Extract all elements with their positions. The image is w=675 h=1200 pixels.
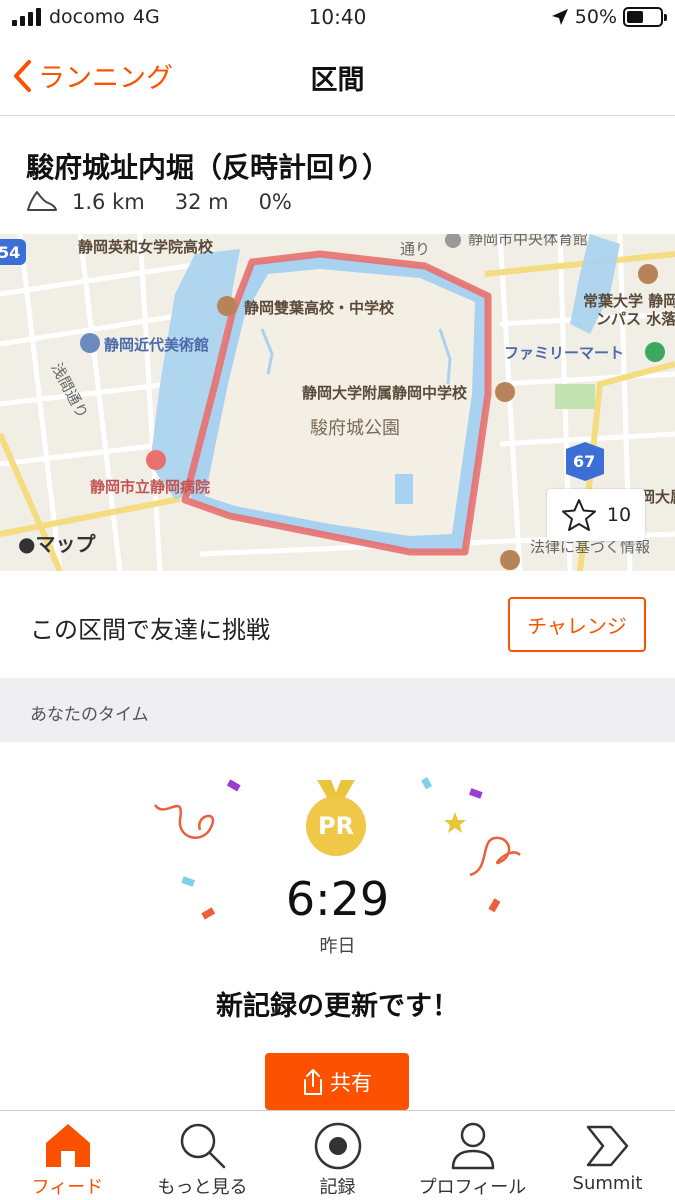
map-label-museum: 静岡近代美術館 [104, 336, 210, 354]
share-icon [304, 1068, 322, 1095]
summit-icon [586, 1125, 628, 1167]
nav-bar: ランニング 区間 [0, 36, 675, 116]
challenge-text: この区間で友達に挑戦 [30, 616, 270, 644]
share-button[interactable]: 共有 [265, 1053, 409, 1110]
map-label-famima: ファミリーマート [504, 344, 625, 362]
route-54-label: 54 [0, 243, 21, 262]
segment-stats: 1.6 km 32 m 0% [26, 190, 308, 214]
tab-record[interactable]: 記録 [270, 1111, 405, 1200]
route-67-label: 67 [573, 452, 596, 471]
result-message: 新記録の更新です！ [216, 991, 459, 1022]
star-segment-button[interactable]: 10 [547, 489, 645, 541]
battery-percent: 50% [574, 6, 617, 28]
tab-explore-label: もっと見る [157, 1177, 248, 1198]
status-bar: docomo 4G 10:40 50% [0, 0, 675, 36]
record-icon [314, 1122, 361, 1170]
tab-bar: フィード もっと見る 記録 プロフィール Summit [0, 1110, 675, 1200]
home-icon [45, 1124, 90, 1167]
segment-grade: 0% [258, 190, 292, 214]
battery-icon [623, 7, 667, 27]
tab-explore[interactable]: もっと見る [135, 1111, 270, 1200]
map-label-school3: 静岡大学附属静岡中学校 [302, 384, 468, 402]
location-arrow-icon [551, 9, 568, 25]
status-right: 50% [551, 6, 667, 28]
map-label-gym: 静岡市中央体育館 [468, 234, 589, 248]
share-label: 共有 [330, 1070, 372, 1095]
profile-icon [451, 1122, 494, 1170]
tab-profile-label: プロフィール [418, 1177, 527, 1198]
page-title: 区間 [310, 65, 365, 96]
segment-elevation: 32 m [174, 190, 229, 214]
challenge-button[interactable]: チャレンジ [508, 597, 646, 652]
search-icon [180, 1123, 225, 1169]
tab-record-label: 記録 [319, 1177, 356, 1198]
map-attribution: ●マップ [18, 532, 96, 556]
map-label-hospital: 静岡市立静岡病院 [90, 478, 211, 496]
pr-medal: PR [301, 778, 371, 860]
segment-distance: 1.6 km [72, 190, 145, 214]
result-time: 6:29 [285, 872, 390, 926]
result-date: 昨日 [319, 936, 356, 957]
map-label-park: 駿府城公園 [310, 418, 400, 439]
apple-logo-icon: ● [18, 532, 36, 556]
segment-title: 駿府城址内堀（反時計回り） [26, 151, 391, 184]
shoe-icon [27, 191, 57, 211]
star-count: 10 [606, 504, 632, 526]
section-header-label: あなたのタイム [30, 705, 149, 725]
tab-feed[interactable]: フィード [0, 1111, 135, 1200]
tab-profile[interactable]: プロフィール [405, 1111, 540, 1200]
tab-summit-label: Summit [572, 1173, 643, 1194]
map-label-uni2: ンパス 水落 [596, 310, 675, 328]
map-label-school1: 静岡英和女学院高校 [78, 238, 214, 256]
map-label-road2: 通り [400, 240, 431, 258]
star-icon [561, 499, 596, 531]
tab-summit[interactable]: Summit [540, 1111, 675, 1200]
pr-badge-label: PR [317, 812, 355, 840]
map-label-school2: 静岡雙葉高校・中学校 [244, 299, 395, 317]
map-label-uni3: 岡大属 [640, 488, 675, 506]
section-header: あなたのタイム [0, 678, 675, 742]
tab-feed-label: フィード [31, 1177, 104, 1198]
